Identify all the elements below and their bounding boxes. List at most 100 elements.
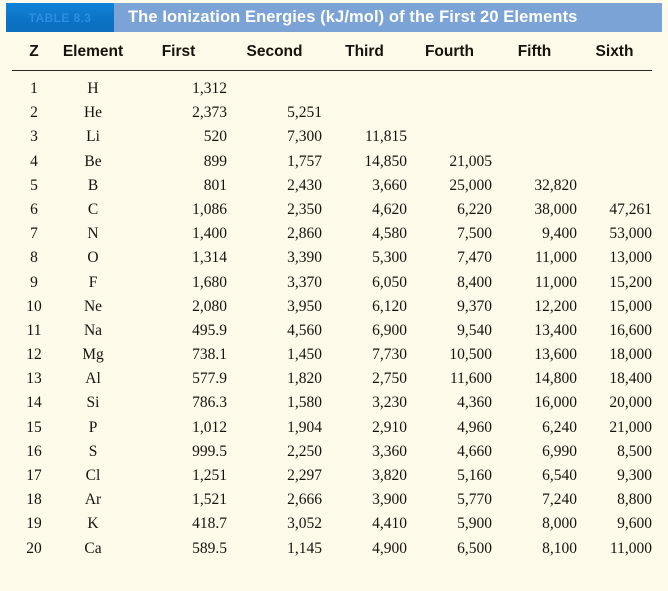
cell-first-ionization: 738.1 (192, 346, 227, 364)
table-row: 20 Ca 589.5 1,145 4,900 6,500 8,100 11,000 (12, 536, 652, 560)
cell-second-ionization: 1,820 (287, 370, 322, 388)
cell-fourth-ionization: 4,360 (457, 394, 492, 412)
cell-first-ionization: 495.9 (192, 321, 227, 339)
cell-sixth-ionization: 18,000 (609, 346, 652, 364)
table-row: 12 Mg 738.1 1,450 7,730 10,500 13,600 18,000 (12, 343, 652, 367)
cell-first-ionization: 786.3 (192, 394, 227, 412)
cell-atomic-number: 5 (30, 176, 38, 194)
cell-fifth-ionization: 11,000 (534, 273, 577, 291)
cell-element-symbol: Mg (82, 346, 104, 364)
cell-fifth-ionization (492, 125, 577, 149)
cell-atomic-number: 16 (26, 442, 42, 460)
column-header-third: Third (322, 34, 407, 71)
cell-third-ionization: 2,750 (372, 370, 407, 388)
column-header-fourth: Fourth (407, 34, 492, 71)
cell-fourth-ionization: 4,960 (457, 418, 492, 436)
cell-sixth-ionization (577, 101, 652, 125)
cell-element-symbol: Si (86, 394, 100, 412)
table-number-badge: TABLE 8.3 (6, 3, 114, 32)
cell-sixth-ionization (577, 125, 652, 149)
column-header-element: Element (56, 34, 130, 71)
cell-fifth-ionization: 11,000 (534, 249, 577, 267)
cell-second-ionization: 1,757 (287, 152, 322, 170)
cell-fifth-ionization: 32,820 (534, 176, 577, 194)
cell-element-symbol: Li (86, 128, 100, 146)
table-figure: TABLE 8.3 The Ionization Energies (kJ/mo… (0, 0, 668, 591)
cell-sixth-ionization: 47,261 (609, 200, 652, 218)
cell-sixth-ionization (577, 174, 652, 198)
cell-sixth-ionization: 9,300 (617, 467, 652, 484)
table-row: 11 Na 495.9 4,560 6,900 9,540 13,400 16,600 (12, 319, 652, 343)
cell-fourth-ionization: 6,500 (457, 539, 492, 557)
ionization-energies-table: Z Element First Second Third Fourth Fift… (12, 34, 652, 561)
cell-fifth-ionization (492, 101, 577, 125)
cell-fifth-ionization: 7,240 (542, 491, 577, 509)
cell-second-ionization: 2,350 (287, 200, 322, 218)
cell-fifth-ionization: 12,200 (534, 297, 577, 315)
table-row: 5 B 801 2,430 3,660 25,000 32,820 (12, 174, 652, 198)
cell-second-ionization: 5,251 (287, 104, 322, 122)
table-row: 18 Ar 1,521 2,666 3,900 5,770 7,240 8,800 (12, 488, 652, 512)
cell-third-ionization: 6,120 (372, 297, 407, 315)
cell-atomic-number: 18 (26, 491, 42, 509)
cell-second-ionization: 7,300 (287, 128, 322, 146)
cell-fifth-ionization: 6,990 (542, 442, 577, 460)
cell-sixth-ionization: 21,000 (609, 418, 652, 436)
cell-fifth-ionization (492, 71, 577, 102)
table-row: 14 Si 786.3 1,580 3,230 4,360 16,000 20,000 (12, 391, 652, 415)
table-title-bar: TABLE 8.3 The Ionization Energies (kJ/mo… (6, 3, 662, 32)
cell-fifth-ionization (492, 149, 577, 173)
cell-atomic-number: 12 (26, 346, 42, 364)
cell-first-ionization: 1,251 (192, 467, 227, 484)
cell-fifth-ionization: 8,100 (542, 539, 577, 557)
cell-second-ionization: 1,145 (287, 539, 322, 557)
cell-fifth-ionization: 9,400 (542, 225, 577, 243)
cell-atomic-number: 13 (26, 370, 42, 388)
cell-atomic-number: 10 (26, 297, 42, 315)
cell-first-ionization: 1,521 (192, 491, 227, 509)
cell-fifth-ionization: 13,400 (534, 321, 577, 339)
cell-third-ionization: 5,300 (372, 249, 407, 267)
cell-first-ionization: 418.7 (192, 515, 227, 533)
cell-atomic-number: 17 (26, 467, 42, 484)
cell-sixth-ionization: 13,000 (609, 249, 652, 267)
cell-fourth-ionization (407, 101, 492, 125)
cell-third-ionization: 6,900 (372, 321, 407, 339)
cell-sixth-ionization (577, 149, 652, 173)
table-row: 10 Ne 2,080 3,950 6,120 9,370 12,200 15,000 (12, 295, 652, 319)
cell-first-ionization: 999.5 (192, 442, 227, 460)
cell-fourth-ionization: 21,005 (449, 152, 492, 170)
cell-fourth-ionization: 5,770 (457, 491, 492, 509)
cell-atomic-number: 7 (30, 225, 38, 243)
cell-element-symbol: N (87, 225, 99, 243)
table-row: 13 Al 577.9 1,820 2,750 11,600 14,800 18,400 (12, 367, 652, 391)
table-row: 16 S 999.5 2,250 3,360 4,660 6,990 8,500 (12, 440, 652, 464)
column-header-z: Z (12, 34, 56, 71)
cell-third-ionization: 11,815 (364, 128, 407, 146)
cell-atomic-number: 11 (26, 321, 42, 339)
cell-first-ionization: 1,012 (192, 418, 227, 436)
cell-first-ionization: 2,080 (192, 297, 227, 315)
table-row: 9 F 1,680 3,370 6,050 8,400 11,000 15,200 (12, 270, 652, 294)
table-row: 2 He 2,373 5,251 (12, 101, 652, 125)
cell-element-symbol: Cl (85, 467, 101, 484)
cell-fourth-ionization: 9,370 (457, 297, 492, 315)
cell-sixth-ionization: 18,400 (609, 370, 652, 388)
cell-sixth-ionization (577, 71, 652, 102)
cell-element-symbol: Al (85, 370, 101, 388)
cell-element-symbol: S (88, 442, 98, 460)
cell-fifth-ionization: 8,000 (542, 515, 577, 533)
cell-second-ionization: 3,052 (287, 515, 322, 533)
cell-sixth-ionization: 20,000 (609, 394, 652, 412)
cell-element-symbol: He (83, 104, 103, 122)
table-row: 6 C 1,086 2,350 4,620 6,220 38,000 47,261 (12, 198, 652, 222)
cell-fourth-ionization: 4,660 (457, 442, 492, 460)
cell-sixth-ionization: 15,200 (609, 273, 652, 291)
cell-second-ionization: 2,666 (287, 491, 322, 509)
cell-third-ionization: 4,410 (372, 515, 407, 533)
cell-first-ionization: 1,312 (192, 80, 227, 97)
cell-fifth-ionization: 16,000 (534, 394, 577, 412)
cell-element-symbol: P (88, 418, 98, 436)
cell-sixth-ionization: 9,600 (617, 515, 652, 533)
table-row: 7 N 1,400 2,860 4,580 7,500 9,400 53,000 (12, 222, 652, 246)
